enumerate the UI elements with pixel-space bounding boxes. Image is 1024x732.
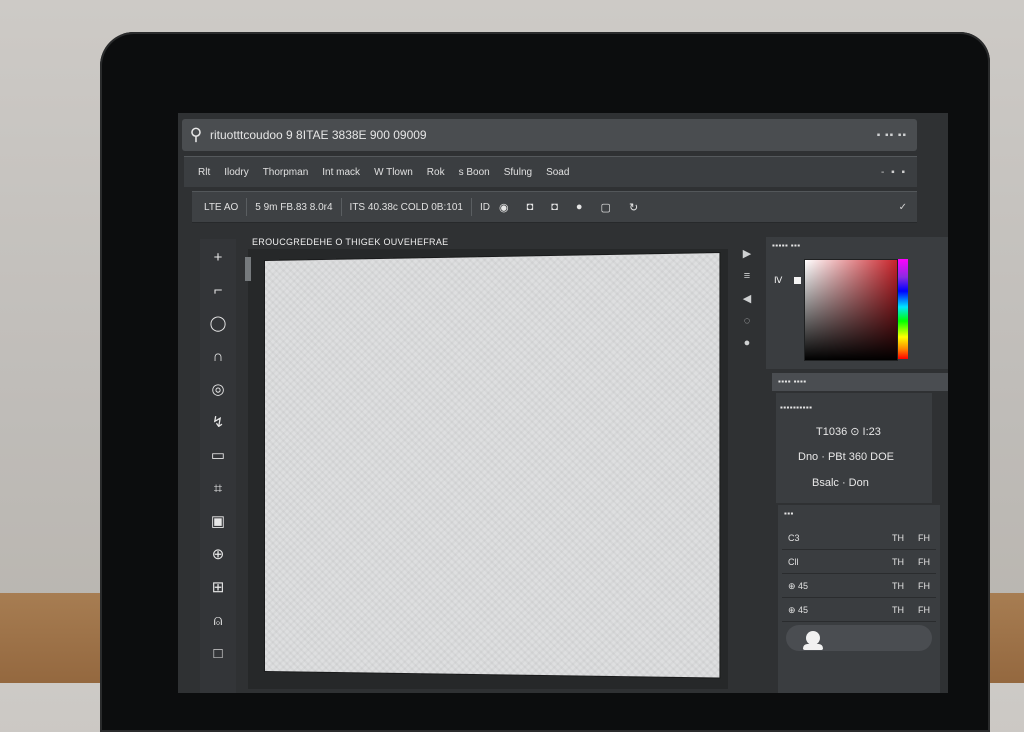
menu-item[interactable]: Rok bbox=[427, 167, 445, 178]
color-panel-title: ▪▪▪▪▪ ▪▪▪ bbox=[772, 241, 801, 250]
panel-icon-strip: ▶ ≡ ◀ ◌ ● bbox=[734, 237, 760, 437]
lock-icon[interactable]: ⍝ bbox=[204, 607, 232, 635]
frame-icon[interactable]: ▣ bbox=[204, 508, 232, 536]
properties-tab-label: ▪▪▪▪ ▪▪▪▪ bbox=[778, 377, 807, 386]
foreground-swatch[interactable] bbox=[794, 277, 801, 284]
search-input[interactable]: rituotttcoudoo 9 8ITAE 3838E 900 09009 bbox=[210, 128, 427, 142]
color-picker-field[interactable] bbox=[804, 259, 898, 361]
layer-row[interactable]: ⊕ 45 TH FH bbox=[782, 599, 936, 622]
globe-icon[interactable]: ⊕ bbox=[204, 541, 232, 569]
swatch-label: Ⅳ bbox=[774, 275, 782, 286]
property-row[interactable]: Dno · PBt 360 DOE bbox=[798, 451, 894, 463]
menu-item[interactable]: s Boon bbox=[459, 167, 490, 178]
circle-icon[interactable]: ● bbox=[576, 201, 583, 213]
circle-icon[interactable]: ◉ bbox=[499, 201, 509, 214]
canvas-area bbox=[248, 249, 728, 689]
options-label: LTE AO bbox=[204, 202, 238, 213]
options-value-field[interactable]: 5 9m FB.83 8.0r4 bbox=[255, 202, 332, 213]
layer-name: ⊕ 45 bbox=[788, 581, 808, 592]
properties-panel: ▪▪▪▪▪▪▪▪▪▪ T1036 ⊙ I:23 Dno · PBt 360 DO… bbox=[776, 393, 932, 503]
divider bbox=[246, 198, 247, 216]
back-icon[interactable]: ◀ bbox=[743, 292, 751, 305]
layer-row[interactable]: C3 TH FH bbox=[782, 527, 936, 550]
menu-item[interactable]: Int mack bbox=[322, 167, 360, 178]
rotate-icon[interactable]: ↻ bbox=[629, 201, 638, 214]
options-value-field-2[interactable]: ITS 40.38c COLD 0B:101 bbox=[350, 202, 463, 213]
divider bbox=[341, 198, 342, 216]
layer-value: TH bbox=[892, 581, 904, 591]
menu-bar: Rlt Ilodry Thorpman Int mack W Tlown Rok… bbox=[184, 156, 917, 187]
document-tab[interactable]: EROUCGREDEHE O THIGEK OUVEHEFRAE bbox=[252, 237, 448, 247]
square-icon[interactable]: □ bbox=[204, 640, 232, 668]
hue-slider[interactable] bbox=[898, 259, 908, 359]
square-icon[interactable]: ◘ bbox=[527, 201, 534, 213]
ruler bbox=[245, 257, 251, 281]
layer-value: TH bbox=[892, 533, 904, 543]
divider bbox=[471, 198, 472, 216]
grid-icon[interactable]: ⊞ bbox=[204, 574, 232, 602]
dot-icon[interactable]: ◌ bbox=[744, 315, 751, 327]
layer-name: ⊕ 45 bbox=[788, 605, 808, 616]
layer-name: Cll bbox=[788, 557, 799, 567]
search-icon[interactable]: ⚲ bbox=[182, 125, 210, 145]
color-panel: ▪▪▪▪▪ ▪▪▪ Ⅳ bbox=[766, 237, 948, 369]
layers-panel: ▪▪▪ C3 TH FH Cll TH FH ⊕ 45 TH FH ⊕ 45 T… bbox=[778, 505, 940, 693]
menu-item[interactable]: W Tlown bbox=[374, 167, 413, 178]
layer-value: TH bbox=[892, 605, 904, 615]
user-icon bbox=[806, 631, 820, 645]
layer-value: FH bbox=[918, 581, 930, 591]
pen-icon[interactable]: ∩ bbox=[204, 343, 232, 371]
layer-row[interactable]: Cll TH FH bbox=[782, 551, 936, 574]
tools-panel: + ⌐ ◯ ∩ ◎ ↯ ▭ ⌗ ▣ ⊕ ⊞ ⍝ □ bbox=[200, 239, 236, 693]
user-button[interactable] bbox=[786, 625, 932, 651]
move-icon[interactable]: + bbox=[204, 244, 232, 272]
layers-title: ▪▪▪ bbox=[784, 509, 794, 518]
crop-icon[interactable]: ⌗ bbox=[204, 475, 232, 503]
menu-item[interactable]: Soad bbox=[546, 167, 569, 178]
rectangle-icon[interactable]: ▭ bbox=[204, 442, 232, 470]
layer-value: TH bbox=[892, 557, 904, 567]
menu-item[interactable]: Thorpman bbox=[263, 167, 309, 178]
dot-icon[interactable]: ● bbox=[744, 337, 751, 349]
options-bar: LTE AO 5 9m FB.83 8.0r4 ITS 40.38c COLD … bbox=[192, 191, 917, 223]
canvas[interactable] bbox=[265, 253, 719, 677]
menu-item[interactable]: Rlt bbox=[198, 167, 210, 178]
lasso-icon[interactable]: ◯ bbox=[204, 310, 232, 338]
circle-icon[interactable]: ◎ bbox=[204, 376, 232, 404]
layer-row[interactable]: ⊕ 45 TH FH bbox=[782, 575, 936, 598]
layer-value: FH bbox=[918, 605, 930, 615]
window-controls[interactable]: ▪ ▪▪ ▪▪ bbox=[877, 130, 907, 141]
properties-tab[interactable]: ▪▪▪▪ ▪▪▪▪ bbox=[772, 373, 948, 391]
editor-window: ⚲ rituotttcoudoo 9 8ITAE 3838E 900 09009… bbox=[178, 113, 948, 693]
menu-controls[interactable]: - ▪ ▪ bbox=[881, 167, 907, 178]
property-row[interactable]: T1036 ⊙ I:23 bbox=[816, 425, 881, 438]
property-row[interactable]: Bsalc · Don bbox=[812, 477, 869, 489]
properties-title: ▪▪▪▪▪▪▪▪▪▪ bbox=[780, 403, 812, 412]
layer-value: FH bbox=[918, 533, 930, 543]
menu-item[interactable]: Sfulng bbox=[504, 167, 532, 178]
eyedropper-icon[interactable]: ↯ bbox=[204, 409, 232, 437]
mode-button[interactable]: ID bbox=[480, 202, 490, 213]
adjust-icon[interactable]: ≡ bbox=[744, 270, 750, 282]
search-bar[interactable]: ⚲ rituotttcoudoo 9 8ITAE 3838E 900 09009… bbox=[182, 119, 917, 151]
menu-item[interactable]: Ilodry bbox=[224, 167, 248, 178]
brush-icon[interactable]: ⌐ bbox=[204, 277, 232, 305]
layer-value: FH bbox=[918, 557, 930, 567]
confirm-button[interactable]: ✓ bbox=[899, 202, 907, 213]
square-icon[interactable]: ◘ bbox=[551, 201, 558, 213]
play-icon[interactable]: ▶ bbox=[743, 247, 751, 260]
square-icon[interactable]: ▢ bbox=[601, 201, 611, 214]
layer-name: C3 bbox=[788, 533, 800, 543]
